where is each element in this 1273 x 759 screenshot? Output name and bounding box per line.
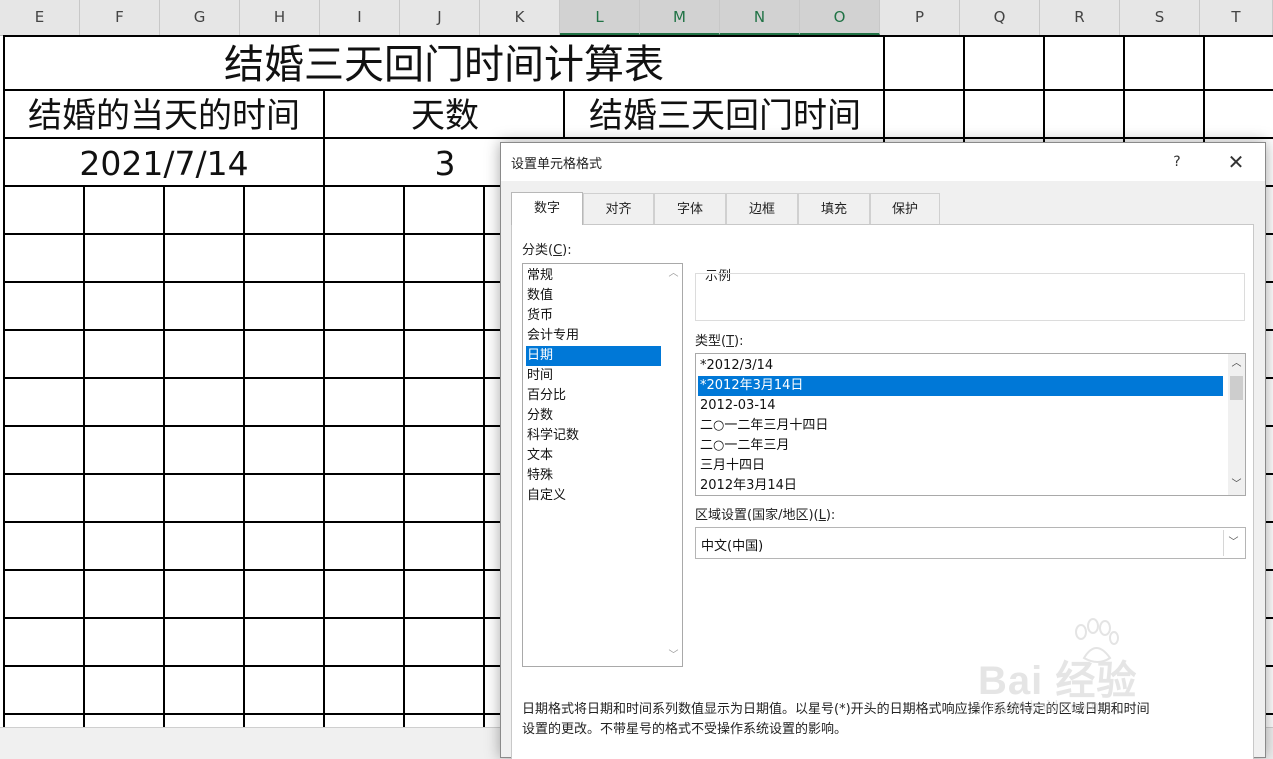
dialog-title: 设置单元格格式 — [511, 157, 603, 172]
type-item[interactable]: 2012年3月14日 — [698, 476, 1223, 496]
type-item[interactable]: *2012年3月14日 — [698, 376, 1223, 396]
locale-select[interactable]: 中文(中国) ﹀ — [695, 527, 1246, 559]
sheet-title-cell[interactable]: 结婚三天回门时间计算表 — [5, 37, 883, 90]
grid-column-line — [323, 185, 325, 727]
grid-column-line — [323, 89, 325, 185]
column-header-g[interactable]: G — [160, 0, 240, 35]
tab-label: 对齐 — [605, 202, 632, 217]
column-header-q[interactable]: Q — [960, 0, 1040, 35]
tab-label: 数字 — [533, 201, 560, 216]
locale-label: 区域设置(国家/地区)(L): — [695, 508, 836, 523]
help-button[interactable]: ? — [1166, 151, 1188, 173]
category-item[interactable]: 货币 — [526, 306, 661, 326]
category-list-scrollbar[interactable]: ︿ ﹀ — [665, 264, 682, 666]
category-item[interactable]: 文本 — [526, 446, 661, 466]
column-header-m[interactable]: M — [640, 0, 720, 35]
column-header-i[interactable]: I — [320, 0, 400, 35]
column-header-p[interactable]: P — [880, 0, 960, 35]
category-list[interactable]: 自定义 特殊 文本 科学记数 分数 百分比 时间 日期 会计专用 货币 数值 常规 ︿ ﹀ — [522, 263, 683, 667]
column-header-o[interactable]: O — [800, 0, 880, 35]
type-item[interactable]: 二○一二年三月 — [698, 436, 1223, 456]
column-header-h[interactable]: H — [240, 0, 320, 35]
type-item[interactable]: *2012/3/14 — [698, 356, 1223, 376]
grid-column-line — [403, 185, 405, 727]
locale-value: 中文(中国) — [701, 539, 764, 554]
column-header-l[interactable]: L — [560, 0, 640, 35]
days-header-cell[interactable]: 天数 — [326, 91, 564, 137]
baidu-jingyan-watermark: Bai 经验 jingyan.baidu.com — [978, 618, 1218, 715]
category-item[interactable]: 自定义 — [526, 486, 661, 506]
column-header-j[interactable]: J — [400, 0, 480, 35]
chevron-down-icon[interactable]: ﹀ — [1223, 530, 1243, 556]
type-list[interactable]: 2012年3月14日 三月十四日 二○一二年三月 二○一二年三月十四日 2012-03-… — [695, 353, 1246, 496]
dialog-titlebar[interactable]: 设置单元格格式 ? ✕ — [501, 143, 1265, 181]
category-item[interactable]: 数值 — [526, 286, 661, 306]
tab-protection[interactable]: 保护 — [870, 193, 940, 224]
column-header-k[interactable]: K — [480, 0, 560, 35]
column-header-n[interactable]: N — [720, 0, 800, 35]
grid-column-line — [483, 185, 485, 727]
tab-label: 保护 — [891, 202, 918, 217]
tab-number[interactable]: 数字 — [511, 192, 583, 225]
scroll-up-arrow-icon[interactable]: ︿ — [1228, 356, 1245, 372]
tab-label: 边框 — [748, 202, 775, 217]
category-item[interactable]: 科学记数 — [526, 426, 661, 446]
sample-box — [695, 273, 1245, 321]
column-header-s[interactable]: S — [1120, 0, 1200, 35]
category-item[interactable]: 时间 — [526, 366, 661, 386]
category-item[interactable]: 特殊 — [526, 466, 661, 486]
tab-label: 字体 — [676, 202, 703, 217]
type-item[interactable]: 三月十四日 — [698, 456, 1223, 476]
type-label: 类型(T): — [695, 334, 744, 349]
column-header-e[interactable]: E — [0, 0, 80, 35]
close-button[interactable]: ✕ — [1223, 149, 1249, 175]
scroll-up-arrow-icon[interactable]: ︿ — [665, 266, 682, 282]
scroll-thumb[interactable] — [1230, 376, 1243, 400]
column-header-r[interactable]: R — [1040, 0, 1120, 35]
tab-fill[interactable]: 填充 — [798, 193, 870, 224]
category-item[interactable]: 百分比 — [526, 386, 661, 406]
return-date-header-cell[interactable]: 结婚三天回门时间 — [566, 91, 884, 137]
column-header-t[interactable]: T — [1200, 0, 1273, 35]
category-item[interactable]: 会计专用 — [526, 326, 661, 346]
category-item[interactable]: 日期 — [526, 346, 661, 366]
wedding-date-header-cell[interactable]: 结婚的当天的时间 — [5, 91, 323, 137]
column-header-f[interactable]: F — [80, 0, 160, 35]
tab-alignment[interactable]: 对齐 — [583, 193, 654, 224]
scroll-down-arrow-icon[interactable]: ﹀ — [665, 648, 682, 664]
tab-font[interactable]: 字体 — [654, 193, 726, 224]
description-line: 设置的更改。不带星号的格式不受操作系统设置的影响。 — [522, 722, 848, 737]
type-item[interactable]: 二○一二年三月十四日 — [698, 416, 1223, 436]
tab-border[interactable]: 边框 — [726, 193, 798, 224]
type-item[interactable]: 2012-03-14 — [698, 396, 1223, 416]
wedding-date-value-cell[interactable]: 2021/7/14 — [5, 139, 323, 185]
category-item[interactable]: 分数 — [526, 406, 661, 426]
grid-column-line — [83, 185, 85, 727]
type-list-scrollbar[interactable]: ︿ ﹀ — [1228, 354, 1245, 495]
grid-column-line — [163, 185, 165, 727]
scroll-down-arrow-icon[interactable]: ﹀ — [1228, 477, 1245, 493]
grid-column-line — [243, 185, 245, 727]
watermark-url: jingyan.baidu.com — [978, 698, 1099, 715]
tab-label: 填充 — [820, 202, 847, 217]
category-item[interactable]: 常规 — [526, 266, 661, 286]
column-header-bar: EFGHIJKLMNOPQRST — [0, 0, 1273, 36]
category-label: 分类(C): — [522, 243, 572, 258]
